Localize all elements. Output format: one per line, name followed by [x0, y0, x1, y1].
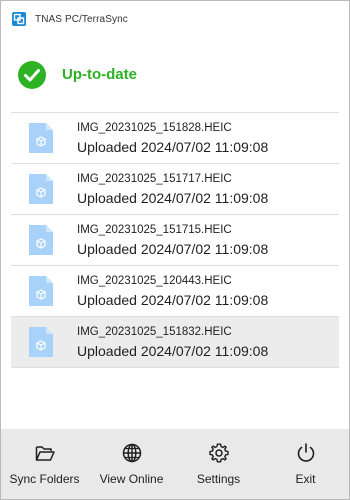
file-status: Uploaded 2024/07/02 11:09:08 — [77, 342, 269, 359]
window-title: TNAS PC/TerraSync — [35, 13, 128, 25]
sync-folders-label: Sync Folders — [9, 472, 80, 486]
exit-label: Exit — [295, 472, 316, 486]
heic-file-icon — [29, 225, 53, 255]
globe-icon — [122, 443, 141, 463]
folder-open-icon — [35, 446, 55, 461]
view-online-button[interactable]: View Online — [88, 429, 175, 499]
heic-file-icon — [29, 174, 53, 204]
recent-files-list: IMG_20231025_151828.HEIC Uploaded 2024/0… — [11, 112, 339, 368]
list-item[interactable]: IMG_20231025_151715.HEIC Uploaded 2024/0… — [11, 215, 339, 266]
file-name: IMG_20231025_120443.HEIC — [77, 274, 232, 287]
settings-button[interactable]: Settings — [175, 429, 262, 499]
file-name: IMG_20231025_151715.HEIC — [77, 223, 232, 236]
terrasync-logo-icon — [11, 11, 27, 27]
file-name: IMG_20231025_151832.HEIC — [77, 325, 232, 338]
app-window: TNAS PC/TerraSync Up-to-date IMG_2023102… — [0, 0, 350, 500]
list-item[interactable]: IMG_20231025_151717.HEIC Uploaded 2024/0… — [11, 164, 339, 215]
file-status: Uploaded 2024/07/02 11:09:08 — [77, 138, 269, 155]
list-item[interactable]: IMG_20231025_120443.HEIC Uploaded 2024/0… — [11, 266, 339, 317]
settings-label: Settings — [196, 472, 241, 486]
heic-file-icon — [29, 276, 53, 306]
file-status: Uploaded 2024/07/02 11:09:08 — [77, 189, 269, 206]
power-icon — [297, 443, 314, 462]
heic-file-icon — [29, 123, 53, 153]
file-name: IMG_20231025_151828.HEIC — [77, 121, 232, 134]
list-item-selected[interactable]: IMG_20231025_151832.HEIC Uploaded 2024/0… — [11, 317, 339, 368]
sync-status: Up-to-date — [1, 37, 349, 112]
title-bar[interactable]: TNAS PC/TerraSync — [1, 1, 349, 37]
file-name: IMG_20231025_151717.HEIC — [77, 172, 232, 185]
status-text: Up-to-date — [62, 66, 137, 83]
heic-file-icon — [29, 327, 53, 357]
view-online-label: View Online — [99, 472, 164, 486]
sync-folders-button[interactable]: Sync Folders — [1, 429, 88, 499]
gear-icon — [208, 443, 229, 463]
list-item[interactable]: IMG_20231025_151828.HEIC Uploaded 2024/0… — [11, 113, 339, 164]
check-circle-icon — [18, 60, 46, 89]
file-status: Uploaded 2024/07/02 11:09:08 — [77, 291, 269, 308]
file-status: Uploaded 2024/07/02 11:09:08 — [77, 240, 269, 257]
exit-button[interactable]: Exit — [262, 429, 349, 499]
bottom-toolbar: Sync Folders View Online Settings Exit — [1, 429, 349, 499]
